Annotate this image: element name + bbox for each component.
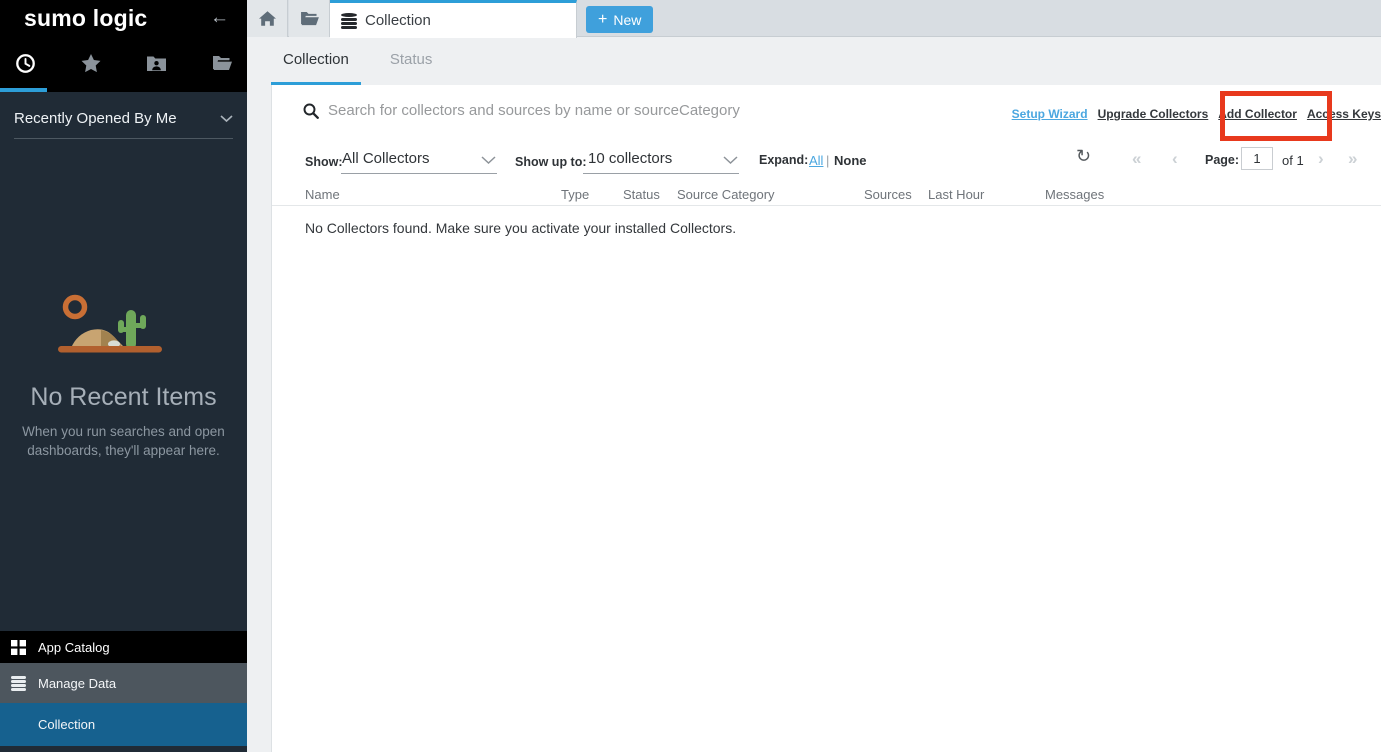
filter-bar: Show: All Collectors Show up to: 10 coll… bbox=[272, 146, 1381, 176]
chevron-down-icon bbox=[220, 115, 233, 123]
first-page-button[interactable]: « bbox=[1132, 149, 1141, 169]
favorites-star-icon[interactable] bbox=[80, 52, 102, 74]
collection-panel: Setup Wizard Upgrade Collectors Add Coll… bbox=[271, 85, 1381, 752]
ground-line bbox=[58, 346, 162, 353]
upgrade-collectors-link[interactable]: Upgrade Collectors bbox=[1098, 107, 1209, 121]
last-page-button[interactable]: » bbox=[1348, 149, 1357, 169]
column-header-status: Status bbox=[623, 187, 660, 202]
database-icon bbox=[341, 13, 357, 29]
refresh-icon[interactable]: ↻ bbox=[1076, 146, 1091, 167]
sidebar-item-collection[interactable]: Collection bbox=[0, 703, 247, 746]
sidebar-item-manage-data[interactable]: Manage Data bbox=[0, 663, 247, 703]
page-of-label: of 1 bbox=[1282, 153, 1304, 168]
home-icon bbox=[259, 11, 276, 26]
recent-filter-dropdown[interactable]: Recently Opened By Me bbox=[14, 110, 233, 139]
sumo-logic-app: sumo logic ← Recently Opened By bbox=[0, 0, 1381, 752]
sidebar-item-label: App Catalog bbox=[38, 640, 110, 655]
divider: | bbox=[826, 153, 829, 168]
new-button[interactable]: + New bbox=[586, 6, 653, 33]
top-tab-bar: Collection + New bbox=[247, 0, 1381, 37]
expand-all-link[interactable]: All bbox=[809, 153, 823, 168]
limit-filter-dropdown[interactable]: 10 collectors bbox=[588, 150, 672, 167]
column-header-type: Type bbox=[561, 187, 589, 202]
show-filter-dropdown[interactable]: All Collectors bbox=[342, 150, 430, 167]
subtab-collection[interactable]: Collection bbox=[271, 37, 361, 85]
active-nav-indicator bbox=[0, 88, 47, 92]
search-input[interactable] bbox=[328, 95, 848, 125]
sidebar-footer: App Catalog Manage Data Collection bbox=[0, 631, 247, 746]
expand-label: Expand: bbox=[759, 153, 808, 167]
table-header-row: Name Type Status Source Category Sources… bbox=[272, 185, 1381, 206]
column-header-sources: Sources bbox=[864, 187, 912, 202]
column-header-name: Name bbox=[305, 187, 340, 202]
column-header-messages: Messages bbox=[1045, 187, 1104, 202]
recent-filter-label: Recently Opened By Me bbox=[14, 110, 177, 127]
shared-folder-user-icon[interactable] bbox=[145, 52, 167, 74]
setup-wizard-link[interactable]: Setup Wizard bbox=[1012, 107, 1088, 121]
new-button-label: New bbox=[613, 12, 641, 28]
main-area: Collection + New Collection Status Setup… bbox=[247, 0, 1381, 752]
expand-none-link[interactable]: None bbox=[834, 153, 867, 168]
database-icon bbox=[10, 676, 26, 691]
desert-illustration bbox=[57, 292, 163, 356]
collapse-sidebar-button[interactable]: ← bbox=[210, 7, 229, 29]
home-tab-button[interactable] bbox=[247, 0, 288, 37]
sumo-logic-logo: sumo logic bbox=[24, 5, 147, 32]
show-filter-label: Show: bbox=[305, 155, 343, 169]
no-recent-items-subtitle: When you run searches and open dashboard… bbox=[0, 423, 247, 460]
empty-state-message: No Collectors found. Make sure you activ… bbox=[305, 220, 736, 236]
sun-icon bbox=[66, 298, 85, 317]
search-icon bbox=[303, 103, 319, 119]
limit-filter-label: Show up to: bbox=[515, 155, 587, 169]
sidebar-nav bbox=[0, 52, 247, 74]
chevron-down-icon bbox=[723, 156, 738, 165]
plus-icon: + bbox=[598, 12, 607, 28]
toolbar-links: Setup Wizard Upgrade Collectors Add Coll… bbox=[1012, 107, 1381, 121]
next-page-button[interactable]: › bbox=[1318, 149, 1324, 169]
sidebar-item-label: Collection bbox=[38, 717, 95, 732]
library-folder-icon[interactable] bbox=[211, 52, 233, 74]
column-header-source-category: Source Category bbox=[677, 187, 775, 202]
add-collector-link[interactable]: Add Collector bbox=[1218, 107, 1297, 121]
chevron-down-icon bbox=[481, 156, 496, 165]
access-keys-link[interactable]: Access Keys bbox=[1307, 107, 1381, 121]
sidebar-header: sumo logic ← bbox=[0, 0, 247, 92]
tab-label: Collection bbox=[365, 12, 431, 29]
recent-clock-icon[interactable] bbox=[14, 52, 36, 74]
page-number-input[interactable] bbox=[1241, 147, 1273, 170]
grid-icon bbox=[10, 640, 26, 655]
tab-collection[interactable]: Collection bbox=[330, 0, 577, 38]
subtab-status[interactable]: Status bbox=[378, 37, 445, 85]
open-folder-icon bbox=[300, 11, 319, 26]
sub-tab-bar: Collection Status bbox=[247, 37, 1381, 85]
no-recent-items-title: No Recent Items bbox=[0, 383, 247, 412]
sidebar-item-app-catalog[interactable]: App Catalog bbox=[0, 631, 247, 663]
cactus-icon bbox=[118, 310, 146, 349]
column-header-last-hour: Last Hour bbox=[928, 187, 984, 202]
sidebar: sumo logic ← Recently Opened By bbox=[0, 0, 247, 752]
library-tab-button[interactable] bbox=[289, 0, 330, 37]
page-label: Page: bbox=[1205, 153, 1239, 167]
prev-page-button[interactable]: ‹ bbox=[1172, 149, 1178, 169]
sidebar-item-label: Manage Data bbox=[38, 676, 116, 691]
